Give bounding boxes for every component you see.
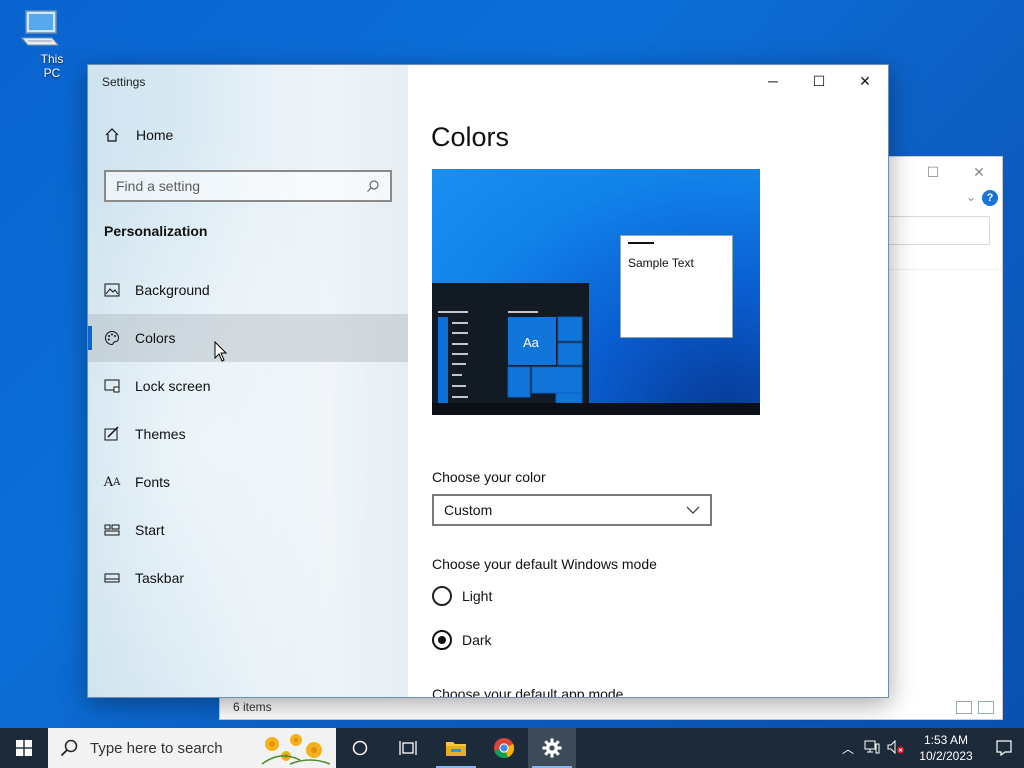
sidebar-item-label: Themes xyxy=(135,426,186,442)
start-button[interactable] xyxy=(0,728,48,768)
radio-circle-selected[interactable] xyxy=(432,630,452,650)
mouse-cursor-icon xyxy=(214,341,228,362)
minimize-button[interactable]: ─ xyxy=(750,65,796,97)
chrome-taskbar-button[interactable] xyxy=(480,728,528,768)
home-label: Home xyxy=(136,127,174,143)
sidebar-item-label: Fonts xyxy=(135,474,171,490)
windows-mode-light-radio[interactable]: Light xyxy=(432,586,492,606)
sidebar-item-label: Background xyxy=(135,282,210,298)
preview-sample-text: Sample Text xyxy=(628,256,694,270)
network-icon[interactable] xyxy=(860,740,884,757)
sidebar-item-taskbar[interactable]: Taskbar xyxy=(88,554,408,602)
radio-label: Light xyxy=(462,588,493,604)
settings-sidebar: Settings Home Personalization Background xyxy=(88,65,408,697)
radio-label: Dark xyxy=(462,632,492,648)
window-controls: ─ ☐ ✕ xyxy=(750,65,888,97)
preview-window: Sample Text xyxy=(620,235,733,338)
windows-mode-dark-radio[interactable]: Dark xyxy=(432,630,492,650)
taskbar: Type here to search ︿ 1:53 AM 10/2/2023 xyxy=(0,728,1024,768)
close-button[interactable]: ✕ xyxy=(842,65,888,97)
explorer-search-box[interactable] xyxy=(880,216,990,245)
search-icon xyxy=(60,739,78,757)
settings-taskbar-button[interactable] xyxy=(528,728,576,768)
explorer-window-controls: ☐ ✕ xyxy=(910,157,1002,187)
sidebar-item-label: Lock screen xyxy=(135,378,211,394)
sidebar-item-label: Start xyxy=(135,522,165,538)
sidebar-item-themes[interactable]: Themes xyxy=(88,410,408,458)
chrome-icon xyxy=(494,738,515,759)
sidebar-item-label: Taskbar xyxy=(135,570,185,586)
sidebar-item-fonts[interactable]: AA Fonts xyxy=(88,458,408,506)
action-center-button[interactable] xyxy=(984,740,1024,756)
home-nav-item[interactable]: Home xyxy=(104,127,173,143)
settings-content: ─ ☐ ✕ Colors Aa Sample Text Choose your … xyxy=(408,65,888,697)
taskbar-search-placeholder: Type here to search xyxy=(90,739,223,757)
chevron-up-icon[interactable]: ︿ xyxy=(836,740,860,757)
help-icon[interactable]: ? xyxy=(982,190,998,206)
clock[interactable]: 1:53 AM 10/2/2023 xyxy=(908,732,984,764)
choose-color-dropdown[interactable]: Custom xyxy=(432,494,712,526)
file-explorer-taskbar-button[interactable] xyxy=(432,728,480,768)
fonts-icon: AA xyxy=(103,474,121,490)
sidebar-item-label: Colors xyxy=(135,330,176,346)
start-icon xyxy=(104,522,120,538)
item-count: 6 items xyxy=(233,700,272,714)
picture-icon xyxy=(104,282,120,298)
settings-window: Settings Home Personalization Background xyxy=(87,64,889,698)
clock-time: 1:53 AM xyxy=(923,733,969,747)
windows-mode-label: Choose your default Windows mode xyxy=(432,556,657,572)
this-pc-label: This PC xyxy=(40,52,64,80)
choose-color-label: Choose your color xyxy=(432,469,546,485)
gear-icon xyxy=(542,738,562,758)
search-icon xyxy=(367,180,379,192)
color-preview: Aa Sample Text xyxy=(432,169,760,415)
settings-nav-list: Background Colors Lock screen Themes A A… xyxy=(88,266,408,602)
cortana-icon xyxy=(352,740,368,756)
cortana-button[interactable] xyxy=(336,728,384,768)
volume-muted-icon[interactable] xyxy=(884,739,908,757)
lock-screen-icon xyxy=(104,378,120,394)
page-title: Colors xyxy=(431,122,510,152)
app-mode-label: Choose your default app mode xyxy=(432,686,624,698)
large-icons-view-icon[interactable] xyxy=(978,701,994,714)
computer-icon xyxy=(20,10,60,46)
preview-taskbar xyxy=(432,403,760,415)
windows-logo-icon xyxy=(16,740,32,756)
notification-icon xyxy=(996,740,1012,756)
chevron-down-icon xyxy=(686,506,700,514)
section-heading: Personalization xyxy=(104,223,208,239)
task-view-icon xyxy=(399,741,417,755)
preview-tile-text: Aa xyxy=(523,335,540,350)
folder-icon xyxy=(446,742,466,756)
this-pc-desktop-icon[interactable]: This PC xyxy=(12,8,68,80)
themes-icon xyxy=(104,426,120,442)
sidebar-item-lock-screen[interactable]: Lock screen xyxy=(88,362,408,410)
sidebar-item-start[interactable]: Start xyxy=(88,506,408,554)
explorer-status-bar: 6 items xyxy=(220,695,1002,719)
choose-color-value: Custom xyxy=(444,502,493,518)
search-input[interactable] xyxy=(116,178,366,194)
explorer-close-button[interactable]: ✕ xyxy=(956,164,1002,181)
radio-circle[interactable] xyxy=(432,586,452,606)
search-highlight-flowers-icon xyxy=(261,734,331,765)
palette-icon xyxy=(104,330,120,346)
taskbar-search-box[interactable]: Type here to search xyxy=(48,728,336,768)
task-view-button[interactable] xyxy=(384,728,432,768)
window-title: Settings xyxy=(102,75,146,89)
clock-date: 10/2/2023 xyxy=(919,749,973,763)
preview-start-menu: Aa xyxy=(432,283,589,404)
details-view-icon[interactable] xyxy=(956,701,972,714)
find-setting-search[interactable] xyxy=(104,170,392,202)
explorer-maximize-button[interactable]: ☐ xyxy=(910,164,956,181)
home-icon xyxy=(105,128,119,142)
sidebar-item-background[interactable]: Background xyxy=(88,266,408,314)
taskbar-icon xyxy=(104,570,120,586)
system-tray: ︿ 1:53 AM 10/2/2023 xyxy=(836,728,1024,768)
sidebar-item-colors[interactable]: Colors xyxy=(88,314,408,362)
chevron-down-icon[interactable]: ⌄ xyxy=(966,190,976,204)
maximize-button[interactable]: ☐ xyxy=(796,65,842,97)
view-toggle xyxy=(956,701,994,714)
